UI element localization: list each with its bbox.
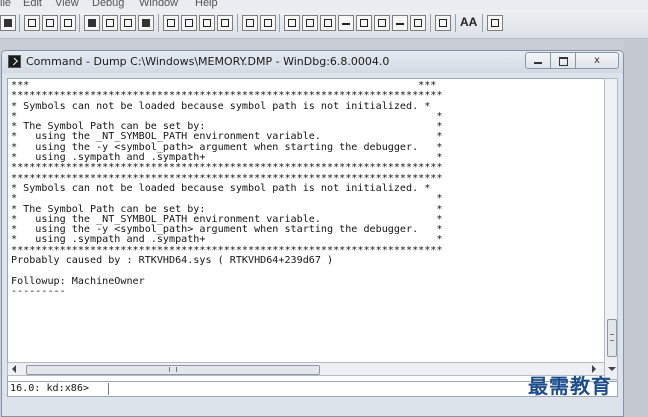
go-icon[interactable] xyxy=(84,15,100,31)
restore-button[interactable] xyxy=(550,52,576,69)
step-over-icon[interactable] xyxy=(181,15,197,31)
cut-icon[interactable] xyxy=(24,15,40,31)
scroll-left-icon[interactable] xyxy=(12,365,16,373)
options-icon[interactable] xyxy=(487,15,503,31)
restore-icon xyxy=(558,57,568,66)
menu-bar: ile Edit View Debug Window Help xyxy=(0,0,648,10)
vertical-scrollbar[interactable] xyxy=(604,78,618,380)
toolbar-separator xyxy=(455,14,456,32)
toolbar: AA xyxy=(0,10,648,39)
output-text: *** *** ********************************… xyxy=(11,80,442,297)
memory-window-icon[interactable] xyxy=(356,15,372,31)
locals-window-icon[interactable] xyxy=(320,15,336,31)
scratch-pad-icon[interactable] xyxy=(410,15,426,31)
copy-icon[interactable] xyxy=(42,15,58,31)
step-out-icon[interactable] xyxy=(199,15,215,31)
menu-edit[interactable]: Edit xyxy=(23,0,42,9)
workspace-background xyxy=(624,40,648,417)
toolbar-separator xyxy=(482,14,483,32)
command-window-icon xyxy=(8,55,21,68)
menu-debug[interactable]: Debug xyxy=(92,0,124,9)
horizontal-scroll-thumb[interactable] xyxy=(26,365,320,375)
toolbar-separator xyxy=(79,14,80,32)
hand-icon[interactable] xyxy=(260,15,276,31)
insert-breakpoint-icon[interactable] xyxy=(242,15,258,31)
output-line: Probably caused by : RTKVHD64.sys ( RTKV… xyxy=(11,255,334,267)
menu-window[interactable]: Window xyxy=(139,0,178,9)
toolbar-separator xyxy=(237,14,238,32)
vertical-scroll-thumb[interactable] xyxy=(607,319,617,357)
command-window-icon[interactable] xyxy=(284,15,300,31)
close-button[interactable]: x xyxy=(575,52,619,69)
source-mode-icon[interactable] xyxy=(435,15,451,31)
minimize-button[interactable] xyxy=(525,52,551,69)
restart-icon[interactable] xyxy=(102,15,118,31)
toolbar-separator xyxy=(279,14,280,32)
menu-help[interactable]: Help xyxy=(195,0,218,9)
call-stack-window-icon[interactable] xyxy=(374,15,390,31)
font-button[interactable]: AA xyxy=(460,15,477,29)
registers-window-icon[interactable] xyxy=(338,15,354,31)
disassembly-window-icon[interactable] xyxy=(392,15,408,31)
command-window: Command - Dump C:\Windows\MEMORY.DMP - W… xyxy=(1,50,624,417)
menu-view[interactable]: View xyxy=(55,0,79,9)
toolbar-separator xyxy=(158,14,159,32)
menu-file[interactable]: ile xyxy=(0,0,11,9)
stop-debugging-icon[interactable] xyxy=(120,15,136,31)
minimize-icon xyxy=(534,62,542,64)
toolbar-separator xyxy=(430,14,431,32)
step-into-icon[interactable] xyxy=(163,15,179,31)
output-line: --------- xyxy=(11,285,66,297)
paste-icon[interactable] xyxy=(60,15,76,31)
break-icon[interactable] xyxy=(138,15,154,31)
window-title-bar[interactable]: Command - Dump C:\Windows\MEMORY.DMP - W… xyxy=(2,51,623,73)
run-to-cursor-icon[interactable] xyxy=(217,15,233,31)
open-source-icon[interactable] xyxy=(0,15,16,31)
prompt-divider xyxy=(108,383,109,395)
command-prompt: 16.0: kd:x86> xyxy=(10,383,90,394)
horizontal-scrollbar[interactable] xyxy=(7,362,605,376)
command-output[interactable]: *** *** ********************************… xyxy=(7,78,605,382)
watch-window-icon[interactable] xyxy=(302,15,318,31)
command-bar: 16.0: kd:x86> xyxy=(7,381,618,397)
window-title: Command - Dump C:\Windows\MEMORY.DMP - W… xyxy=(26,55,390,68)
toolbar-separator xyxy=(19,14,20,32)
close-icon: x xyxy=(594,55,600,66)
watermark: 最需教育 xyxy=(528,374,612,398)
